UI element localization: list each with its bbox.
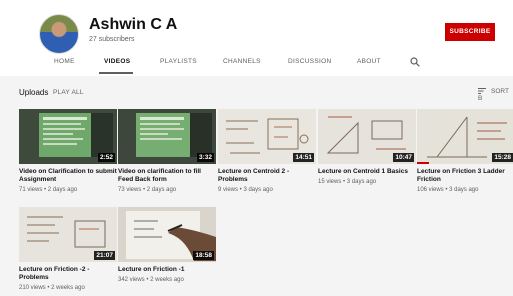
video-meta: 71 views • 2 days ago [19, 187, 78, 193]
tab-channels[interactable]: CHANNELS [223, 58, 261, 65]
video-meta: 342 views • 2 weeks ago [118, 277, 184, 283]
subscriber-count: 27 subscribers [89, 36, 135, 43]
channel-tabs: HOME VIDEOS PLAYLISTS CHANNELS DISCUSSIO… [0, 54, 513, 74]
video-thumbnail[interactable]: 15:28 [417, 109, 513, 164]
video-title[interactable]: Video on Clarification to submit Assignm… [19, 168, 117, 184]
search-icon[interactable] [410, 57, 420, 67]
sort-icon [478, 88, 486, 95]
video-meta: 106 views • 3 days ago [417, 187, 479, 193]
video-title[interactable]: Lecture on Centroid 1 Basics [318, 168, 416, 176]
tab-videos[interactable]: VIDEOS [104, 58, 130, 65]
video-title[interactable]: Lecture on Friction -1 [118, 266, 216, 274]
video-thumbnail[interactable]: 10:47 [318, 109, 416, 164]
videos-section: Uploads PLAY ALL SORT B 2:52 Video on Cl [0, 76, 513, 296]
video-meta: 210 views • 2 weeks ago [19, 285, 85, 291]
video-title[interactable]: Lecture on Friction 3 Ladder Friction [417, 168, 513, 184]
video-meta: 73 views • 2 days ago [118, 187, 177, 193]
video-thumbnail[interactable]: 2:52 [19, 109, 117, 164]
channel-name[interactable]: Ashwin C A [89, 16, 177, 34]
tab-discussion[interactable]: DISCUSSION [288, 58, 331, 65]
video-title[interactable]: Lecture on Centroid 2 - Problems [218, 168, 316, 184]
subscribe-button[interactable]: SUBSCRIBE [445, 23, 495, 41]
tab-home[interactable]: HOME [54, 58, 75, 65]
video-duration: 2:52 [97, 153, 115, 162]
video-title[interactable]: Lecture on Friction -2 - Problems [19, 266, 117, 282]
channel-avatar[interactable] [39, 14, 79, 54]
video-duration: 21:07 [94, 251, 115, 260]
watch-progress-bar [417, 162, 429, 164]
video-thumbnail[interactable]: 18:58 [118, 207, 216, 262]
video-thumbnail[interactable]: 3:32 [118, 109, 216, 164]
tab-about[interactable]: ABOUT [357, 58, 381, 65]
video-thumbnail[interactable]: 21:07 [19, 207, 117, 262]
video-meta: 9 views • 3 days ago [218, 187, 273, 193]
video-thumbnail[interactable]: 14:51 [218, 109, 316, 164]
video-duration: 15:28 [492, 153, 513, 162]
video-duration: 10:47 [393, 153, 414, 162]
tab-playlists[interactable]: PLAYLISTS [160, 58, 197, 65]
video-duration: 3:32 [196, 153, 214, 162]
active-tab-indicator [99, 72, 133, 74]
play-all-button[interactable]: PLAY ALL [53, 89, 84, 96]
section-title: Uploads [19, 88, 49, 97]
sort-button[interactable]: SORT B [478, 88, 513, 102]
channel-header: Ashwin C A 27 subscribers SUBSCRIBE HOME… [0, 0, 513, 76]
video-title[interactable]: Video on clarification to fill Feed Back… [118, 168, 216, 184]
video-duration: 18:58 [193, 251, 214, 260]
video-meta: 15 views • 3 days ago [318, 179, 377, 185]
video-duration: 14:51 [293, 153, 314, 162]
